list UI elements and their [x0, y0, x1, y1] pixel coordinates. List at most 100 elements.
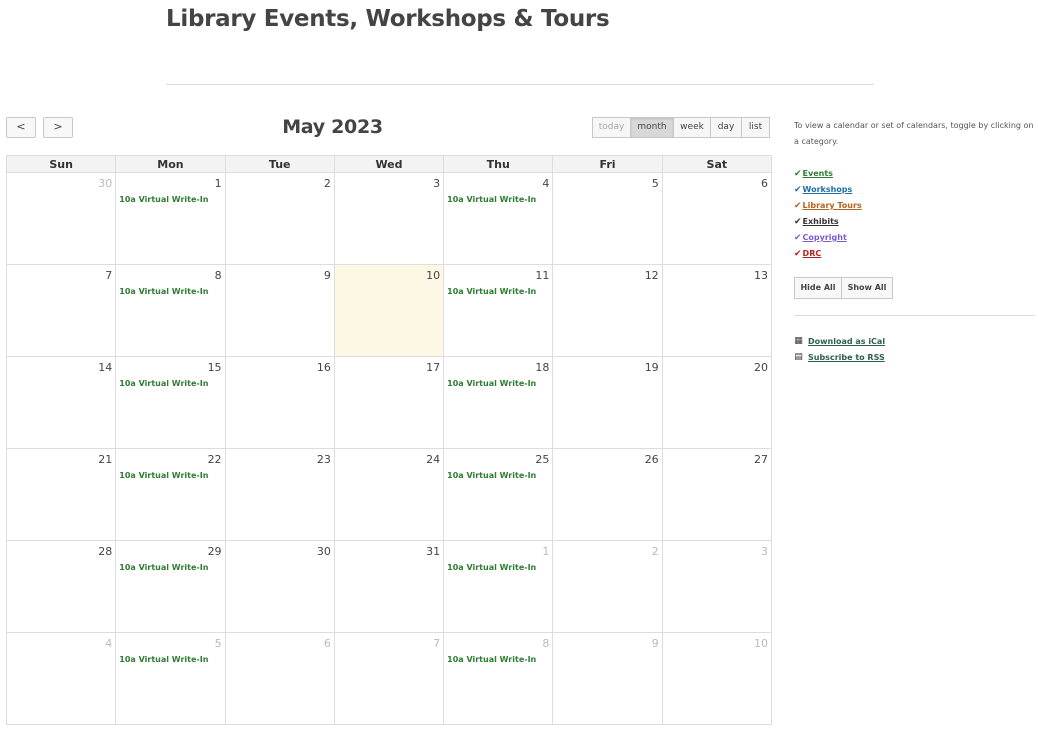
- event-virtual-write-in[interactable]: 10a Virtual Write-In: [119, 287, 208, 296]
- day-number: 26: [644, 453, 659, 466]
- category-toggle-copyright[interactable]: ✔ Copyright: [794, 230, 1035, 246]
- day-cell[interactable]: 4 10a Virtual Write-In: [443, 172, 554, 265]
- day-cell[interactable]: 1 10a Virtual Write-In: [115, 172, 226, 265]
- day-cell[interactable]: 30: [224, 540, 335, 633]
- day-number: 11: [535, 269, 550, 282]
- day-cell[interactable]: 30: [5, 172, 117, 265]
- day-cell[interactable]: 23: [224, 448, 335, 541]
- day-cell[interactable]: 22 10a Virtual Write-In: [115, 448, 226, 541]
- day-cell[interactable]: 5: [552, 172, 663, 265]
- category-toggle-group: Hide All Show All: [794, 277, 893, 299]
- checkmark-icon: ✔: [794, 233, 802, 243]
- day-cell[interactable]: 9: [224, 264, 335, 357]
- weekday-header-mon: Mon: [115, 155, 226, 173]
- day-cell[interactable]: 14: [5, 356, 117, 449]
- day-number: 30: [316, 545, 331, 558]
- day-cell[interactable]: 19: [552, 356, 663, 449]
- show-all-button[interactable]: Show All: [841, 277, 893, 299]
- week-row: 14 15 10a Virtual Write-In 16 17 18 10a Virtua…: [5, 356, 773, 449]
- day-cell[interactable]: 17: [333, 356, 445, 449]
- event-virtual-write-in[interactable]: 10a Virtual Write-In: [119, 563, 208, 572]
- day-cell[interactable]: 9: [552, 632, 663, 725]
- month-view-button[interactable]: month: [630, 117, 674, 138]
- day-number: 5: [651, 177, 659, 190]
- day-cell[interactable]: 25 10a Virtual Write-In: [443, 448, 554, 541]
- day-number: 14: [98, 361, 113, 374]
- event-virtual-write-in[interactable]: 10a Virtual Write-In: [447, 471, 536, 480]
- event-virtual-write-in[interactable]: 10a Virtual Write-In: [447, 379, 536, 388]
- day-cell[interactable]: 29 10a Virtual Write-In: [115, 540, 226, 633]
- day-cell[interactable]: 24: [333, 448, 445, 541]
- day-cell[interactable]: 11 10a Virtual Write-In: [443, 264, 554, 357]
- download-ical-link[interactable]: ▦ Download as iCal: [794, 336, 885, 346]
- list-view-button[interactable]: list: [741, 117, 770, 138]
- day-cell[interactable]: 2: [224, 172, 335, 265]
- hide-all-button[interactable]: Hide All: [794, 277, 842, 299]
- day-cell[interactable]: 18 10a Virtual Write-In: [443, 356, 554, 449]
- day-cell[interactable]: 1 10a Virtual Write-In: [443, 540, 554, 633]
- weekday-header-wed: Wed: [333, 155, 445, 173]
- day-cell[interactable]: 7: [5, 264, 117, 357]
- calendar-title: May 2023: [282, 116, 383, 138]
- day-number: 28: [98, 545, 113, 558]
- day-cell-today[interactable]: 10: [333, 264, 445, 357]
- page-title: Library Events, Workshops & Tours: [166, 6, 610, 32]
- day-cell[interactable]: 8 10a Virtual Write-In: [115, 264, 226, 357]
- day-number: 8: [214, 269, 222, 282]
- event-virtual-write-in[interactable]: 10a Virtual Write-In: [119, 471, 208, 480]
- day-cell[interactable]: 20: [661, 356, 773, 449]
- category-toggle-drc[interactable]: ✔ DRC: [794, 246, 1035, 262]
- day-number: 1: [542, 545, 550, 558]
- category-toggle-exhibits[interactable]: ✔ Exhibits: [794, 214, 1035, 230]
- day-cell[interactable]: 5 10a Virtual Write-In: [115, 632, 226, 725]
- category-toggle-workshops[interactable]: ✔ Workshops: [794, 182, 1035, 198]
- category-list: ✔ Events ✔ Workshops ✔ Library Tours ✔ Exhibits…: [794, 166, 1035, 262]
- day-cell[interactable]: 21: [5, 448, 117, 541]
- day-cell[interactable]: 31: [333, 540, 445, 633]
- day-cell[interactable]: 4: [5, 632, 117, 725]
- day-number: 27: [754, 453, 768, 466]
- event-virtual-write-in[interactable]: 10a Virtual Write-In: [447, 287, 536, 296]
- week-row: 7 8 10a Virtual Write-In 9 10 11 10a Virtual W…: [5, 264, 773, 357]
- week-row: 21 22 10a Virtual Write-In 23 24 25 10a Virtua…: [5, 448, 773, 541]
- category-toggle-library-tours[interactable]: ✔ Library Tours: [794, 198, 1035, 214]
- day-cell[interactable]: 2: [552, 540, 663, 633]
- day-view-button[interactable]: day: [710, 117, 742, 138]
- subscribe-rss-link[interactable]: ▤ Subscribe to RSS: [794, 352, 885, 362]
- event-virtual-write-in[interactable]: 10a Virtual Write-In: [119, 655, 208, 664]
- day-cell[interactable]: 7: [333, 632, 445, 725]
- weekday-header-row: Sun Mon Tue Wed Thu Fri Sat: [5, 155, 773, 173]
- category-toggle-events[interactable]: ✔ Events: [794, 166, 1035, 182]
- today-button[interactable]: today: [592, 117, 631, 138]
- month-calendar-grid: Sun Mon Tue Wed Thu Fri Sat 30 1 10a Virtual Wri…: [5, 155, 773, 725]
- day-cell[interactable]: 3: [333, 172, 445, 265]
- event-virtual-write-in[interactable]: 10a Virtual Write-In: [447, 195, 536, 204]
- day-cell[interactable]: 13: [661, 264, 773, 357]
- day-cell[interactable]: 26: [552, 448, 663, 541]
- day-cell[interactable]: 16: [224, 356, 335, 449]
- week-view-button[interactable]: week: [673, 117, 711, 138]
- day-number: 6: [761, 177, 768, 190]
- day-number: 16: [316, 361, 331, 374]
- day-cell[interactable]: 28: [5, 540, 117, 633]
- event-virtual-write-in[interactable]: 10a Virtual Write-In: [119, 379, 208, 388]
- day-number: 25: [535, 453, 550, 466]
- day-cell[interactable]: 8 10a Virtual Write-In: [443, 632, 554, 725]
- day-number: 17: [426, 361, 441, 374]
- event-virtual-write-in[interactable]: 10a Virtual Write-In: [119, 195, 208, 204]
- day-cell[interactable]: 6: [224, 632, 335, 725]
- event-virtual-write-in[interactable]: 10a Virtual Write-In: [447, 563, 536, 572]
- next-month-button[interactable]: >: [43, 117, 73, 138]
- prev-month-button[interactable]: <: [6, 117, 36, 138]
- event-virtual-write-in[interactable]: 10a Virtual Write-In: [447, 655, 536, 664]
- day-cell[interactable]: 10: [661, 632, 773, 725]
- day-cell[interactable]: 15 10a Virtual Write-In: [115, 356, 226, 449]
- day-cell[interactable]: 27: [661, 448, 773, 541]
- category-label: Copyright: [802, 233, 847, 242]
- checkmark-icon: ✔: [794, 169, 802, 179]
- day-cell[interactable]: 6: [661, 172, 773, 265]
- day-cell[interactable]: 12: [552, 264, 663, 357]
- weekday-header-tue: Tue: [224, 155, 335, 173]
- day-cell[interactable]: 3: [661, 540, 773, 633]
- day-number: 6: [323, 637, 331, 650]
